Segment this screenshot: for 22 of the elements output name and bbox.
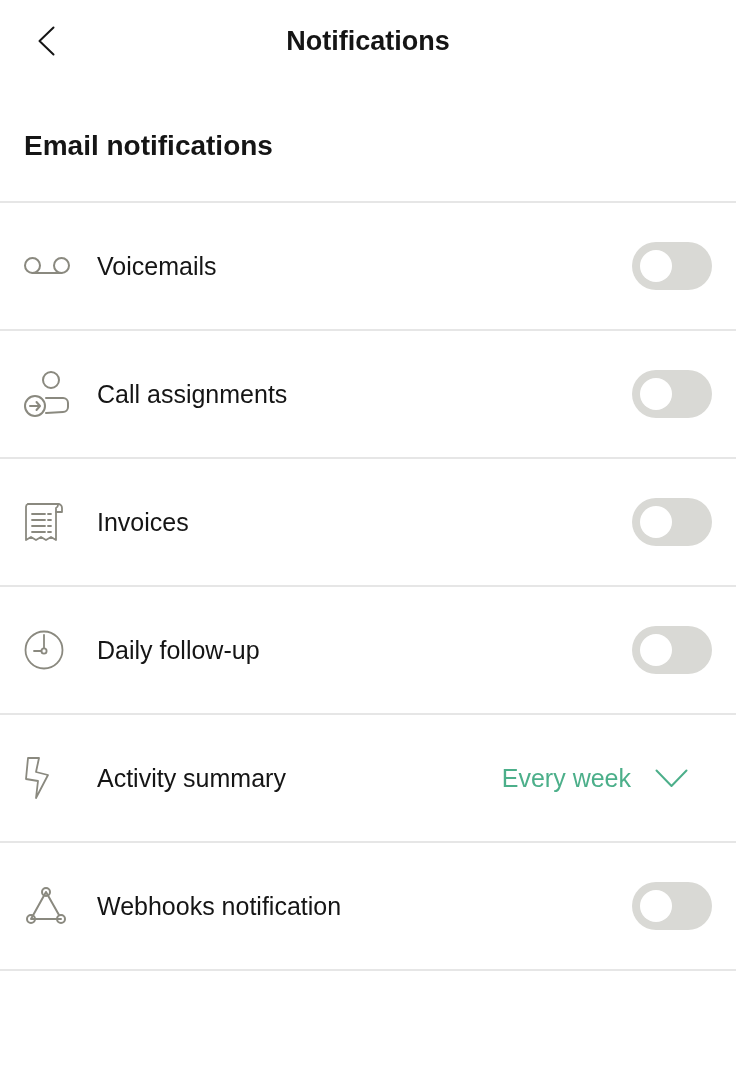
chevron-left-icon[interactable] [38, 26, 55, 56]
setting-label: Voicemails [97, 251, 218, 282]
clock-icon [24, 630, 64, 670]
section-heading: Email notifications [24, 129, 274, 163]
toggle-switch[interactable] [632, 242, 712, 290]
toggle-switch[interactable] [632, 498, 712, 546]
lightning-icon [24, 756, 50, 800]
frequency-dropdown[interactable]: Every week [501, 762, 688, 794]
chevron-down-icon [655, 768, 688, 788]
setting-label: Invoices [97, 507, 190, 538]
setting-label: Activity summary [97, 763, 287, 794]
toggle-switch[interactable] [632, 370, 712, 418]
setting-label: Daily follow-up [97, 635, 261, 666]
person-arrow-icon [24, 371, 70, 417]
webhook-icon [24, 886, 68, 926]
receipt-icon [24, 501, 64, 543]
page-title: Notifications [286, 25, 450, 58]
voicemail-icon [24, 257, 70, 275]
toggle-switch[interactable] [632, 626, 712, 674]
setting-label: Call assignments [97, 379, 289, 410]
toggle-switch[interactable] [632, 882, 712, 930]
setting-label: Webhooks notification [97, 891, 343, 922]
